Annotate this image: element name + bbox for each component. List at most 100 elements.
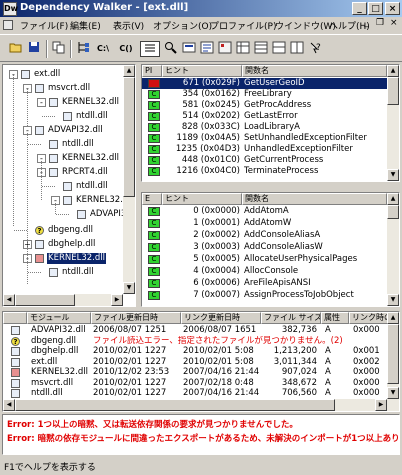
scroll-left-icon[interactable]: ◀ bbox=[3, 294, 15, 306]
tree-node-label[interactable]: KERNEL32.dll bbox=[47, 253, 106, 264]
scroll-right-icon[interactable]: ▶ bbox=[375, 399, 387, 411]
export-row[interactable]: C 1 (0x0001) AddAtomW bbox=[142, 218, 387, 229]
export-row[interactable]: C 7 (0x0007) AssignProcessToJobObject bbox=[142, 290, 387, 301]
tree-hscroll[interactable]: ◀ ▶ bbox=[3, 294, 123, 306]
mdi-restore-button[interactable]: ❐ bbox=[376, 18, 384, 28]
view-columns-icon[interactable] bbox=[289, 41, 305, 57]
scroll-thumb[interactable] bbox=[15, 399, 335, 411]
full-paths-icon[interactable] bbox=[75, 41, 91, 57]
properties-icon[interactable] bbox=[217, 41, 233, 57]
close-button[interactable]: × bbox=[385, 2, 400, 15]
import-row[interactable]: C 828 (0x033C) LoadLibraryA bbox=[142, 122, 387, 133]
view-mode-icon[interactable] bbox=[235, 41, 251, 57]
minimize-button[interactable]: _ bbox=[352, 2, 367, 15]
paths-button[interactable]: C:\ bbox=[93, 41, 113, 57]
import-row[interactable]: C 1189 (0x04A5) SetUnhandledExceptionFilte… bbox=[142, 133, 387, 144]
scroll-up-icon[interactable]: ▲ bbox=[387, 193, 399, 205]
col-function-header[interactable]: 関数名 bbox=[242, 65, 387, 77]
scroll-up-icon[interactable]: ▲ bbox=[387, 65, 399, 77]
module-row[interactable]: ADVAPI32.dll 2006/08/07 1251 2006/08/07 16… bbox=[3, 325, 387, 336]
import-row[interactable]: 671 (0x029F) GetUserGeoID bbox=[142, 78, 387, 89]
col-pi-header[interactable]: PI bbox=[142, 65, 162, 77]
mdi-minimize-button[interactable]: _ bbox=[364, 18, 369, 28]
tree-node-label[interactable]: msvcrt.dll bbox=[47, 83, 91, 94]
maximize-button[interactable]: □ bbox=[368, 2, 383, 15]
view-split-icon[interactable] bbox=[271, 41, 287, 57]
menu-window[interactable]: ウインドウ(W) bbox=[275, 19, 336, 32]
tree-node-label[interactable]: RPCRT4.dll bbox=[61, 167, 109, 178]
tree-node-label[interactable]: KERNEL32.dll bbox=[61, 97, 120, 108]
imports-pane[interactable]: PI ヒント 関数名 671 (0x029F) GetUserGeoID C 354 … bbox=[141, 64, 400, 182]
scroll-thumb[interactable] bbox=[387, 77, 399, 105]
import-row[interactable]: C 354 (0x0162) FreeLibrary bbox=[142, 89, 387, 100]
tree-node-label[interactable]: ntdll.dll bbox=[75, 181, 109, 192]
scroll-thumb[interactable] bbox=[387, 324, 399, 384]
scroll-thumb[interactable] bbox=[15, 294, 75, 306]
module-row[interactable]: msvcrt.dll 2010/02/01 1227 2007/02/18 0:48… bbox=[3, 378, 387, 389]
col-hint-header[interactable]: ヒント bbox=[162, 193, 242, 205]
imports-vscroll[interactable]: ▲ ▼ bbox=[387, 65, 399, 181]
col-link-date-header[interactable]: リンク更新日時 bbox=[181, 312, 261, 324]
col-icon-header[interactable] bbox=[3, 312, 27, 324]
scroll-thumb[interactable] bbox=[387, 205, 399, 219]
scroll-down-icon[interactable]: ▼ bbox=[123, 282, 135, 294]
tree-node-label[interactable]: ext.dll bbox=[33, 69, 61, 80]
export-row[interactable]: C 2 (0x0002) AddConsoleAliasA bbox=[142, 230, 387, 241]
import-row[interactable]: C 448 (0x01C0) GetCurrentProcess bbox=[142, 155, 387, 166]
scroll-down-icon[interactable]: ▼ bbox=[387, 169, 399, 181]
module-row[interactable]: ext.dll 2010/02/01 1227 2010/02/01 5:08 3,0… bbox=[3, 357, 387, 368]
tree-node-label[interactable]: ntdll.dll bbox=[61, 267, 95, 278]
scroll-left-icon[interactable]: ◀ bbox=[3, 399, 15, 411]
col-size-header[interactable]: ファイル サイズ bbox=[261, 312, 321, 324]
exports-pane[interactable]: E ヒント 関数名 C 0 (0x0000) AddAtomA C 1 (0x0001)… bbox=[141, 192, 400, 307]
module-list-icon[interactable] bbox=[140, 41, 160, 57]
module-row[interactable]: ? dbgeng.dll ファイル読込エラー、指定されたファイルが見つかりません。(… bbox=[3, 336, 387, 347]
open-icon[interactable] bbox=[8, 41, 24, 57]
scroll-up-icon[interactable]: ▲ bbox=[123, 65, 135, 77]
scroll-down-icon[interactable]: ▼ bbox=[387, 387, 399, 399]
find-icon[interactable] bbox=[163, 41, 179, 57]
highlight-icon[interactable] bbox=[181, 41, 197, 57]
scroll-thumb[interactable] bbox=[123, 77, 135, 197]
menu-profile[interactable]: プロファイル(P) bbox=[210, 19, 276, 32]
col-attr-header[interactable]: 属性 bbox=[321, 312, 349, 324]
export-row[interactable]: C 3 (0x0003) AddConsoleAliasW bbox=[142, 242, 387, 253]
module-row[interactable]: KERNEL32.dll 2010/12/02 23:53 2007/04/16 2… bbox=[3, 367, 387, 378]
tree-node-label[interactable]: ADVAPI32.dll bbox=[47, 125, 104, 136]
tree-node-label[interactable]: dbghelp.dll bbox=[47, 239, 96, 250]
dependency-tree[interactable]: -ext.dll-msvcrt.dll-KERNEL32.dllntdll.dl… bbox=[2, 64, 136, 307]
tree-node-label[interactable]: ntdll.dll bbox=[61, 139, 95, 150]
export-row[interactable]: C 5 (0x0005) AllocateUserPhysicalPages bbox=[142, 254, 387, 265]
modules-vscroll[interactable]: ▲ ▼ bbox=[387, 312, 399, 411]
export-row[interactable]: C 4 (0x0004) AllocConsole bbox=[142, 266, 387, 277]
module-list[interactable]: モジュール ファイル更新日時 リンク更新日時 ファイル サイズ 属性 リンク時の… bbox=[2, 311, 400, 412]
modules-hscroll[interactable]: ◀ ▶ bbox=[3, 399, 387, 411]
menu-file[interactable]: ファイル(F) bbox=[20, 19, 68, 32]
module-row[interactable]: dbghelp.dll 2010/02/01 1227 2010/02/01 5:0… bbox=[3, 346, 387, 357]
export-row[interactable]: C 0 (0x0000) AddAtomA bbox=[142, 206, 387, 217]
tree-vscroll[interactable]: ▲ ▼ bbox=[123, 65, 135, 294]
scroll-down-icon[interactable]: ▼ bbox=[387, 294, 399, 306]
import-row[interactable]: C 514 (0x0202) GetLastError bbox=[142, 111, 387, 122]
log-pane[interactable]: Error: 1つ以上の暗黙、又は転送依存関係の要求が見つかりませんでした。 E… bbox=[2, 414, 400, 455]
help-icon[interactable]: ? bbox=[307, 41, 323, 57]
scroll-right-icon[interactable]: ▶ bbox=[111, 294, 123, 306]
exports-vscroll[interactable]: ▲ ▼ bbox=[387, 193, 399, 306]
undecorate-button[interactable]: C() bbox=[115, 41, 137, 57]
mdi-close-button[interactable]: × bbox=[390, 18, 398, 28]
scroll-up-icon[interactable]: ▲ bbox=[387, 312, 399, 324]
app-icon[interactable]: Dw bbox=[3, 2, 18, 16]
collapse-icon[interactable]: - bbox=[37, 98, 46, 107]
col-file-date-header[interactable]: ファイル更新日時 bbox=[91, 312, 181, 324]
configure-icon[interactable] bbox=[199, 41, 215, 57]
import-row[interactable]: C 1216 (0x04C0) TerminateProcess bbox=[142, 166, 387, 177]
export-row[interactable]: C 6 (0x0006) AreFileApisANSI bbox=[142, 278, 387, 289]
col-function-header[interactable]: 関数名 bbox=[242, 193, 387, 205]
tree-node-label[interactable]: ntdll.dll bbox=[75, 111, 109, 122]
import-row[interactable]: C 581 (0x0245) GetProcAddress bbox=[142, 100, 387, 111]
tree-node-label[interactable]: dbgeng.dll bbox=[47, 225, 94, 236]
save-icon[interactable] bbox=[26, 41, 42, 57]
col-hint-header[interactable]: ヒント bbox=[162, 65, 242, 77]
menu-edit[interactable]: 編集(E) bbox=[70, 19, 101, 32]
col-module-header[interactable]: モジュール bbox=[27, 312, 91, 324]
